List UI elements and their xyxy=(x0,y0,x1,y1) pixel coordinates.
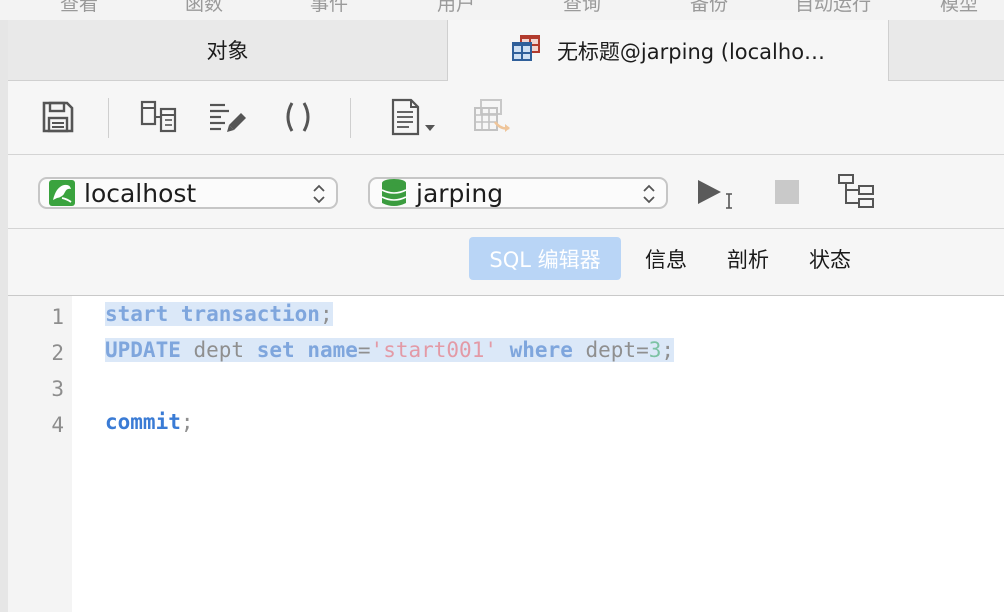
code-token: = xyxy=(357,338,371,362)
run-icon xyxy=(695,176,739,214)
tab-objects[interactable]: 对象 xyxy=(8,20,447,80)
export-result-button[interactable] xyxy=(470,99,516,139)
export-result-icon xyxy=(471,98,515,140)
code-token: where xyxy=(509,338,573,362)
menu-item-query[interactable]: 查询 xyxy=(563,0,601,16)
code-token: set xyxy=(256,338,295,362)
line-number-gutter: 1 2 3 4 xyxy=(8,296,72,612)
chevron-up-down-icon xyxy=(312,183,326,209)
code-line[interactable]: commit; xyxy=(105,404,194,440)
code-text: commit; xyxy=(105,410,194,434)
beautify-sql-button[interactable] xyxy=(206,99,252,139)
server-select-value: localhost xyxy=(84,178,197,208)
code-token: ; xyxy=(319,302,333,326)
save-button[interactable] xyxy=(38,99,78,139)
menu-item-view[interactable]: 查看 xyxy=(60,0,98,16)
text-file-button[interactable] xyxy=(384,98,444,140)
query-toolbar xyxy=(8,81,1004,155)
tab-untitled-query-label: 无标题@jarping (localho… xyxy=(556,39,826,64)
code-snippet-button[interactable] xyxy=(278,99,318,139)
code-text: UPDATE dept set name='start001' where de… xyxy=(105,338,675,362)
run-button[interactable] xyxy=(694,177,740,213)
tab-info[interactable]: 信息 xyxy=(632,237,700,280)
menu-item-automation[interactable]: 自动运行 xyxy=(795,0,871,16)
line-number: 1 xyxy=(51,305,64,329)
tab-untitled-query[interactable]: 无标题@jarping (localho… xyxy=(447,20,889,81)
menu-item-functions[interactable]: 函数 xyxy=(185,0,223,16)
code-line[interactable]: UPDATE dept set name='start001' where de… xyxy=(105,332,675,368)
stop-icon xyxy=(774,179,800,209)
tab-profile[interactable]: 剖析 xyxy=(713,237,783,280)
menu-item-model[interactable]: 模型 xyxy=(940,0,978,16)
code-token: start transaction xyxy=(105,302,320,326)
mysql-server-icon xyxy=(48,179,76,207)
code-token: UPDATE xyxy=(105,338,181,362)
table-icon xyxy=(511,34,541,67)
connection-bar: localhost jarping xyxy=(8,155,1004,229)
line-number: 4 xyxy=(51,413,64,437)
line-number: 2 xyxy=(51,341,64,365)
database-select-value: jarping xyxy=(416,178,504,208)
code-line[interactable]: start transaction; xyxy=(105,296,333,332)
menu-item-events[interactable]: 事件 xyxy=(310,0,348,16)
tab-status[interactable]: 状态 xyxy=(795,237,865,280)
code-token: commit xyxy=(105,410,181,434)
code-token: name xyxy=(307,338,358,362)
explain-icon xyxy=(835,172,877,214)
query-builder-icon xyxy=(139,99,179,139)
menu-item-backup[interactable]: 备份 xyxy=(690,0,728,16)
save-icon xyxy=(40,99,76,139)
beautify-sql-icon xyxy=(207,99,251,139)
stop-button[interactable] xyxy=(772,179,802,209)
main-menubar: 查看 函数 事件 用户 查询 备份 自动运行 模型 xyxy=(0,0,1004,21)
text-file-icon xyxy=(385,98,443,140)
code-snippet-icon xyxy=(280,99,316,139)
toolbar-divider xyxy=(350,98,351,138)
database-select[interactable]: jarping xyxy=(368,177,668,209)
code-token: ; xyxy=(180,410,194,434)
code-token: ; xyxy=(661,338,675,362)
code-token: dept xyxy=(180,338,257,362)
code-token: 'start001' xyxy=(370,338,497,362)
menu-item-users[interactable]: 用户 xyxy=(437,0,475,16)
tab-sql-editor[interactable]: SQL 编辑器 xyxy=(469,237,621,280)
code-token: dept= xyxy=(572,338,649,362)
document-tab-bar: 对象 无标题@jarping (localho… xyxy=(8,20,1004,81)
explain-button[interactable] xyxy=(834,173,878,213)
result-subtabs: SQL 编辑器 信息 剖析 状态 xyxy=(8,229,1004,296)
database-icon xyxy=(380,178,408,208)
code-token: 3 xyxy=(648,338,662,362)
chevron-up-down-icon xyxy=(642,183,656,209)
code-text: start transaction; xyxy=(105,302,333,326)
server-select[interactable]: localhost xyxy=(38,177,338,209)
toolbar-divider xyxy=(108,98,109,138)
sql-editor[interactable]: 1 2 3 4 start transaction; UPDATE dept s… xyxy=(8,296,1004,612)
line-number: 3 xyxy=(51,377,64,401)
tab-objects-label: 对象 xyxy=(206,39,249,63)
query-builder-button[interactable] xyxy=(138,99,180,139)
